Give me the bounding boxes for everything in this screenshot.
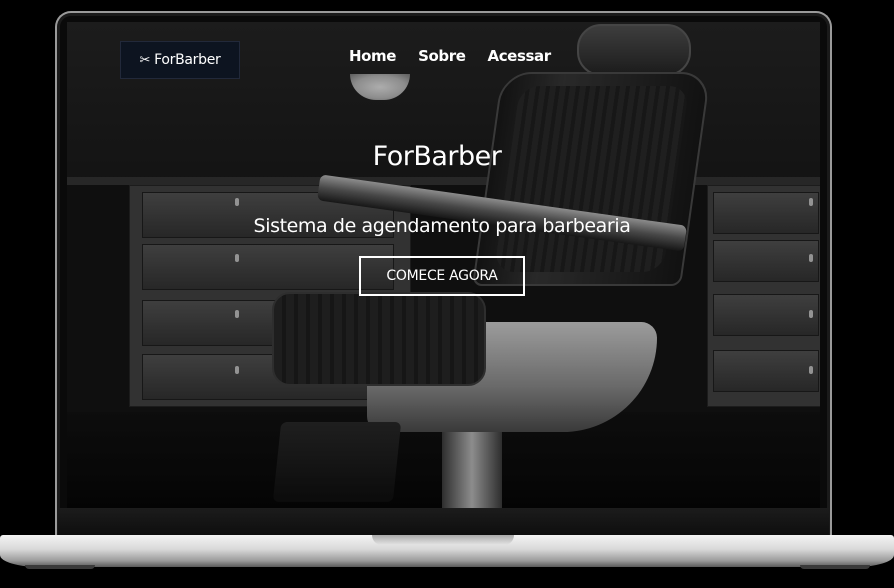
brand-name: ForBarber: [154, 52, 221, 68]
scissors-icon: ✂: [139, 52, 151, 68]
nav-sobre[interactable]: Sobre: [418, 47, 466, 65]
hero-subtitle: Sistema de agendamento para barbearia: [253, 215, 631, 237]
main-nav: Home Sobre Acessar: [349, 47, 551, 65]
nav-home[interactable]: Home: [349, 47, 396, 65]
laptop-notch: [372, 535, 514, 545]
nav-acessar[interactable]: Acessar: [487, 47, 551, 65]
brand-logo[interactable]: ✂ ForBarber: [120, 41, 240, 79]
laptop-chin: [58, 508, 829, 535]
laptop-foot-right: [800, 565, 870, 569]
hero-title: ForBarber: [372, 141, 502, 172]
laptop-foot-left: [25, 565, 95, 569]
laptop-screen: ✂ ForBarber Home Sobre Acessar ForBarber…: [67, 22, 820, 508]
start-now-button[interactable]: COMECE AGORA: [359, 256, 525, 296]
page: ✂ ForBarber Home Sobre Acessar ForBarber…: [0, 0, 894, 588]
